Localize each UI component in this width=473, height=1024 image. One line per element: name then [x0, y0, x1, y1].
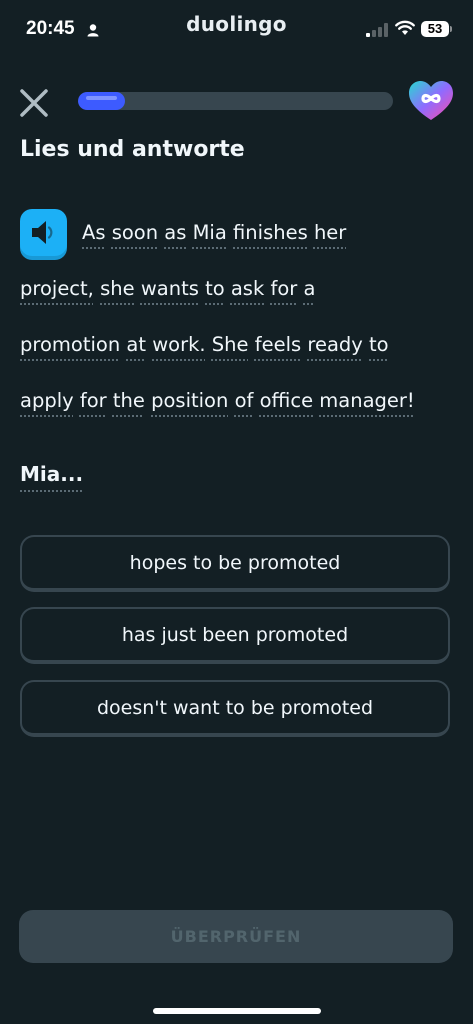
signal-icon [366, 22, 388, 41]
passage-line-1: As soon as Mia finishes her [82, 221, 346, 244]
answer-option-1[interactable]: hopes to be promoted [20, 535, 450, 592]
progress-shine [86, 96, 118, 100]
passage-word[interactable]: As [82, 221, 106, 244]
passage-word[interactable]: soon [112, 221, 158, 244]
passage-word[interactable]: ask [231, 277, 264, 300]
passage-word[interactable]: manager! [319, 389, 414, 412]
close-button[interactable] [17, 86, 51, 120]
passage-word[interactable]: to [205, 277, 225, 300]
passage-word[interactable]: work. [152, 333, 205, 356]
passage-word[interactable]: She [212, 333, 249, 356]
passage-word[interactable]: as [164, 221, 186, 244]
passage-word[interactable]: ready [307, 333, 362, 356]
passage-word[interactable]: a [303, 277, 315, 300]
passage-word[interactable]: she [100, 277, 135, 300]
passage-word[interactable]: wants [141, 277, 199, 300]
passage-word[interactable]: at [126, 333, 146, 356]
progress-fill [78, 92, 126, 110]
wifi-icon [395, 20, 415, 40]
passage-word[interactable]: for [80, 389, 107, 412]
answer-option-2[interactable]: has just been promoted [20, 607, 450, 664]
speaker-button[interactable] [20, 209, 67, 256]
close-icon [20, 89, 48, 117]
passage-word[interactable]: project, [20, 277, 94, 300]
passage-word[interactable]: of [235, 389, 254, 412]
answer-option-3[interactable]: doesn't want to be promoted [20, 680, 450, 737]
exercise-heading: Lies und antworte [20, 137, 245, 162]
passage-line-2: project, she wants to ask for a [20, 277, 315, 300]
passage-word[interactable]: office [260, 389, 314, 412]
passage-word[interactable]: to [369, 333, 389, 356]
battery-icon: 53 [421, 21, 449, 37]
passage-line-3: promotion at work. She feels ready to [20, 333, 389, 356]
check-button[interactable]: ÜBERPRÜFEN [19, 910, 453, 963]
progress-bar [78, 92, 393, 110]
passage-word[interactable]: feels [255, 333, 301, 356]
speaker-icon [32, 221, 53, 244]
infinity-heart-icon[interactable] [408, 80, 454, 126]
passage-word[interactable]: finishes [233, 221, 308, 244]
passage-line-4: apply for the position of office manager… [20, 389, 415, 412]
question-prompt[interactable]: Mia... [20, 462, 83, 486]
passage-word[interactable]: the [113, 389, 145, 412]
passage-word[interactable]: promotion [20, 333, 120, 356]
passage-word[interactable]: position [151, 389, 228, 412]
status-bar: 20:45 duolingo 53 [0, 0, 473, 60]
home-indicator [153, 1008, 321, 1014]
passage-word[interactable]: apply [20, 389, 74, 412]
passage-word[interactable]: for [270, 277, 297, 300]
passage-word[interactable]: Mia [193, 221, 227, 244]
passage-word[interactable]: her [314, 221, 346, 244]
